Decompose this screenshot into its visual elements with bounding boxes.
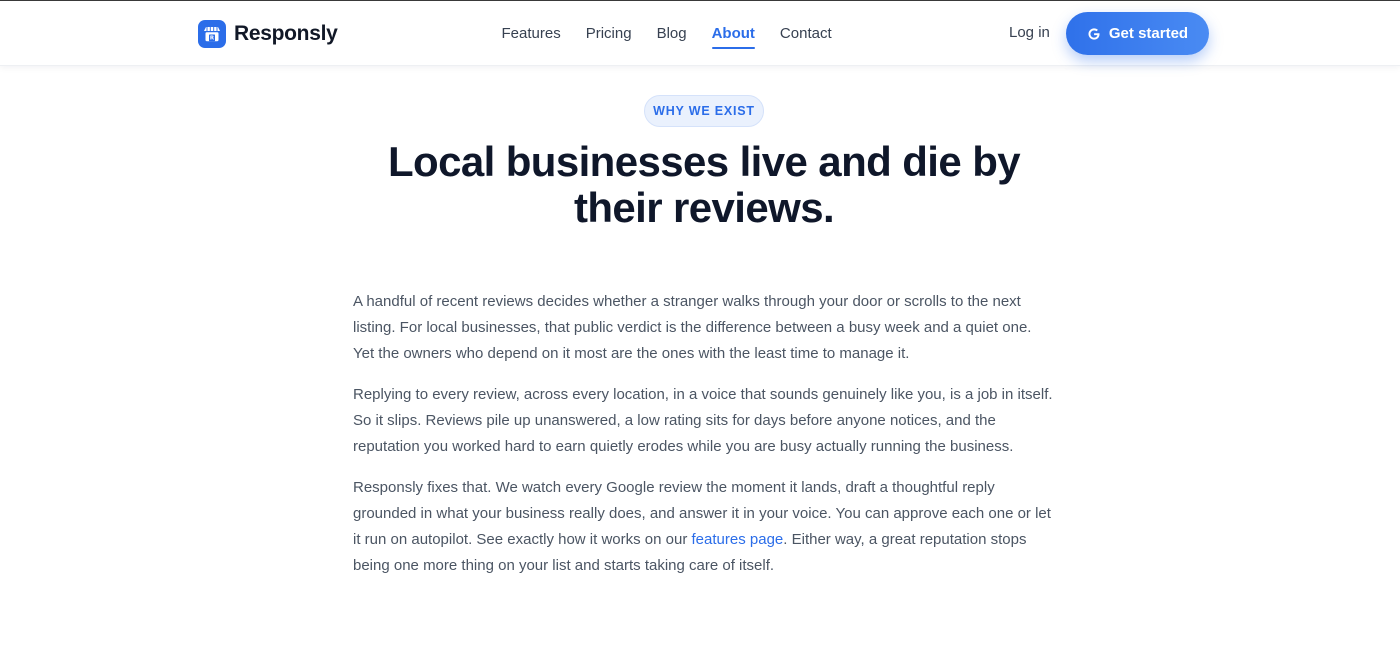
brand-logo-link[interactable]: R Responsly: [198, 19, 338, 49]
about-body: A handful of recent reviews decides whet…: [353, 289, 1053, 594]
login-link[interactable]: Log in: [1009, 24, 1050, 41]
nav-about[interactable]: About: [711, 25, 756, 49]
headline-line-2: their reviews.: [573, 184, 835, 231]
body-paragraph-1: A handful of recent reviews decides whet…: [353, 293, 1032, 362]
get-started-label: Get started: [1108, 25, 1189, 42]
get-started-button[interactable]: Get started: [1066, 12, 1209, 55]
google-icon: [1088, 27, 1100, 40]
nav-features[interactable]: Features: [502, 25, 561, 42]
headline-line-1: Local businesses live and die by: [387, 138, 1021, 185]
nav-blog[interactable]: Blog: [657, 25, 687, 42]
nav-contact[interactable]: Contact: [780, 25, 832, 42]
section-badge: WHY WE EXIST: [644, 95, 764, 127]
storefront-icon: R: [198, 20, 226, 48]
brand-name: Responsly: [234, 22, 338, 45]
main-nav: Features Pricing Blog About Contact: [489, 1, 844, 66]
page-headline: Local businesses live and die by their r…: [300, 139, 1108, 231]
body-paragraph-3: Responsly fixes that. We watch every Goo…: [353, 475, 1053, 579]
site-header: R Responsly Features Pricing Blog About …: [0, 1, 1400, 66]
features-page-link[interactable]: features page: [692, 531, 784, 548]
body-paragraph-2: Replying to every review, across every l…: [353, 386, 1053, 455]
nav-pricing[interactable]: Pricing: [586, 25, 632, 42]
